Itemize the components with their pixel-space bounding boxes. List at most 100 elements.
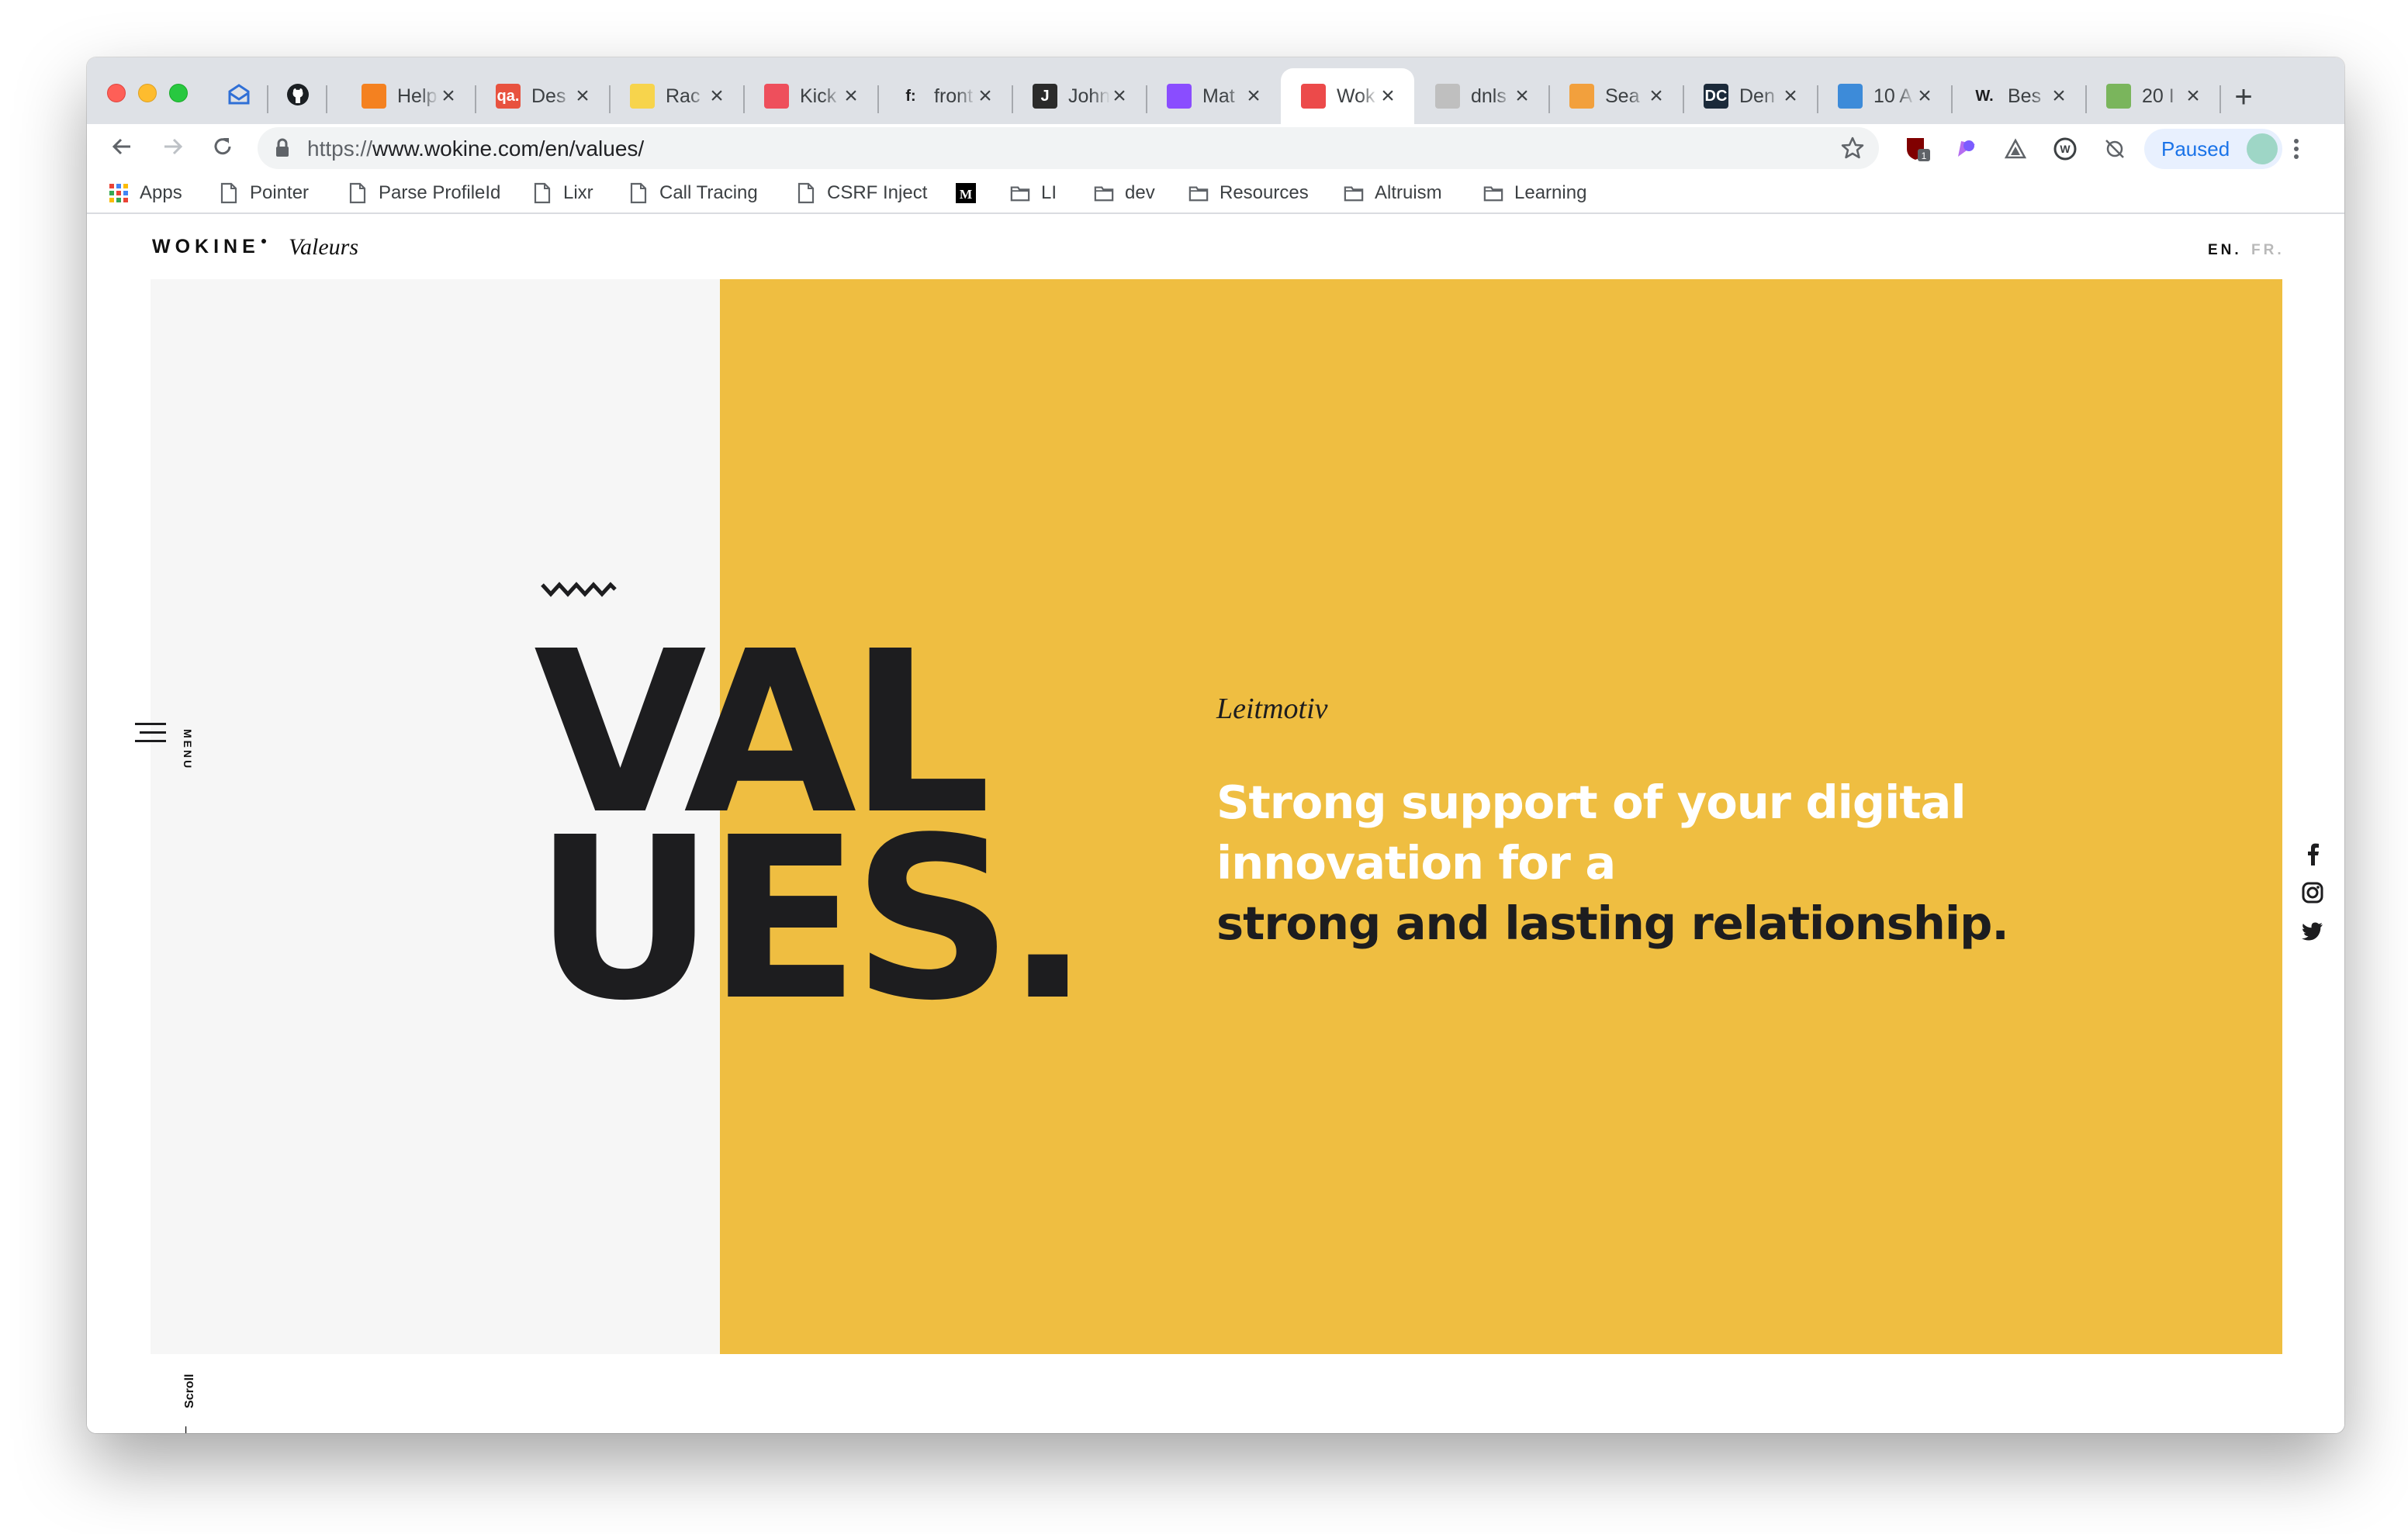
pinned-tab-github[interactable] [270,74,326,118]
close-tab-icon[interactable]: × [2046,84,2071,109]
folder-icon [1010,182,1030,204]
close-tab-icon[interactable]: × [2181,84,2206,109]
browser-tab[interactable]: W. Bes × [1952,68,2085,124]
tab-title: Bes [2008,85,2042,107]
browser-tab[interactable]: dnls × [1415,68,1548,124]
browser-menu-icon[interactable] [2289,136,2304,161]
close-tab-icon[interactable]: × [973,84,998,109]
tab-title: Help [397,85,438,107]
apps-grid-icon [109,182,129,204]
arrow-down-icon[interactable]: ↓ [180,1419,192,1433]
tab-title: Mat [1202,85,1235,107]
browser-tab[interactable]: Wok × [1281,68,1414,124]
tab-favicon-icon [1167,84,1192,109]
forward-button[interactable] [155,130,191,166]
browser-tab[interactable]: Rac × [610,68,743,124]
bookmark-item[interactable]: CSRF Inject [796,178,927,208]
close-tab-icon[interactable]: × [1241,84,1266,109]
svg-text:W: W [2060,143,2071,155]
svg-text:M: M [960,187,972,202]
back-button[interactable] [104,130,140,166]
browser-tab[interactable]: Help × [341,68,475,124]
tab-favicon-icon [630,84,655,109]
bookmark-label: dev [1125,182,1155,203]
bookmark-item[interactable]: dev [1094,178,1155,208]
twitter-icon[interactable] [2299,918,2326,945]
browser-tab[interactable]: J John × [1012,68,1146,124]
bookmark-item[interactable]: Call Tracing [628,178,758,208]
page-icon [348,182,368,204]
browser-tab[interactable]: f: front × [878,68,1012,124]
browser-tab[interactable]: Mat × [1147,68,1280,124]
close-tab-icon[interactable]: × [839,84,863,109]
tab-favicon-icon [2106,84,2131,109]
minimize-window-button[interactable] [138,84,157,102]
bookmark-label: Apps [140,182,182,203]
tab-title: Sea [1605,85,1640,107]
close-tab-icon[interactable]: × [1510,84,1534,109]
page-icon [532,182,552,204]
browser-tab[interactable]: 10 A × [1818,68,1951,124]
bookmark-item[interactable]: Altruism [1344,178,1442,208]
page-icon [628,182,649,204]
facebook-icon[interactable] [2299,841,2326,867]
bookmark-item[interactable]: Resources [1188,178,1309,208]
close-tab-icon[interactable]: × [1375,84,1400,109]
tab-title: Des [531,85,566,107]
scroll-label: Scroll [183,1373,196,1408]
close-tab-icon[interactable]: × [1644,84,1669,109]
bookmark-item[interactable]: Parse ProfileId [348,178,500,208]
tab-favicon-icon: J [1033,84,1057,109]
close-tab-icon[interactable]: × [1778,84,1803,109]
tab-title: Wok [1337,85,1375,107]
hamburger-menu-icon[interactable] [135,721,166,748]
ublock-extension-icon[interactable]: 1 [1904,135,1932,163]
blocked-extension-icon[interactable] [2101,135,2129,163]
tab-favicon-icon [764,84,789,109]
address-bar[interactable]: https://www.wokine.com/en/values/ [258,127,1879,169]
browser-tab[interactable]: 20 I × [2086,68,2219,124]
bookmark-item[interactable]: Pointer [219,178,309,208]
reload-button[interactable] [205,130,240,166]
tab-favicon-icon [1838,84,1863,109]
bookmark-label: Resources [1220,182,1309,203]
new-tab-button[interactable]: + [2228,81,2259,113]
instagram-icon[interactable] [2299,879,2326,906]
close-window-button[interactable] [107,84,126,102]
browser-tab[interactable]: DC Den × [1683,68,1817,124]
bookmark-medium[interactable]: M [956,178,987,208]
tab-favicon-icon [1301,84,1326,109]
bookmark-apps[interactable]: Apps [109,178,182,208]
color-extension-icon[interactable] [1952,135,1980,163]
tab-favicon-icon: qa. [496,84,521,109]
brand-logo[interactable]: WOKINE [152,236,266,258]
language-en-link[interactable]: EN. [2208,242,2242,259]
triangle-extension-icon[interactable] [2001,135,2029,163]
medium-icon: M [956,182,976,204]
avatar [2247,133,2278,164]
close-tab-icon[interactable]: × [436,84,461,109]
bookmark-item[interactable]: LI [1010,178,1057,208]
profile-paused-button[interactable]: Paused [2144,129,2282,169]
toolbar: https://www.wokine.com/en/values/ 1 W Pa… [87,124,2344,172]
pinned-tab-mail[interactable] [211,74,267,118]
browser-tab[interactable]: Kick × [744,68,877,124]
browser-tab[interactable]: Sea × [1549,68,1683,124]
bookmark-star-icon[interactable] [1840,136,1865,164]
page-title-line-2: UES. [534,789,1090,1049]
language-fr-link[interactable]: FR. [2251,242,2285,259]
tab-title: Kick [800,85,837,107]
tab-favicon-icon [1569,84,1594,109]
menu-label[interactable]: MENU [182,729,194,770]
close-tab-icon[interactable]: × [704,84,729,109]
close-tab-icon[interactable]: × [1912,84,1937,109]
close-tab-icon[interactable]: × [1107,84,1132,109]
bookmark-item[interactable]: Lixr [532,178,593,208]
bookmark-item[interactable]: Learning [1483,178,1586,208]
browser-tab[interactable]: qa. Des × [476,68,609,124]
maximize-window-button[interactable] [169,84,188,102]
bookmark-label: Parse ProfileId [379,182,501,203]
wappalyzer-extension-icon[interactable]: W [2051,135,2079,163]
close-tab-icon[interactable]: × [570,84,595,109]
page-content: WOKINE Valeurs EN. FR. VAL UES. MENU Scr… [87,216,2344,1433]
